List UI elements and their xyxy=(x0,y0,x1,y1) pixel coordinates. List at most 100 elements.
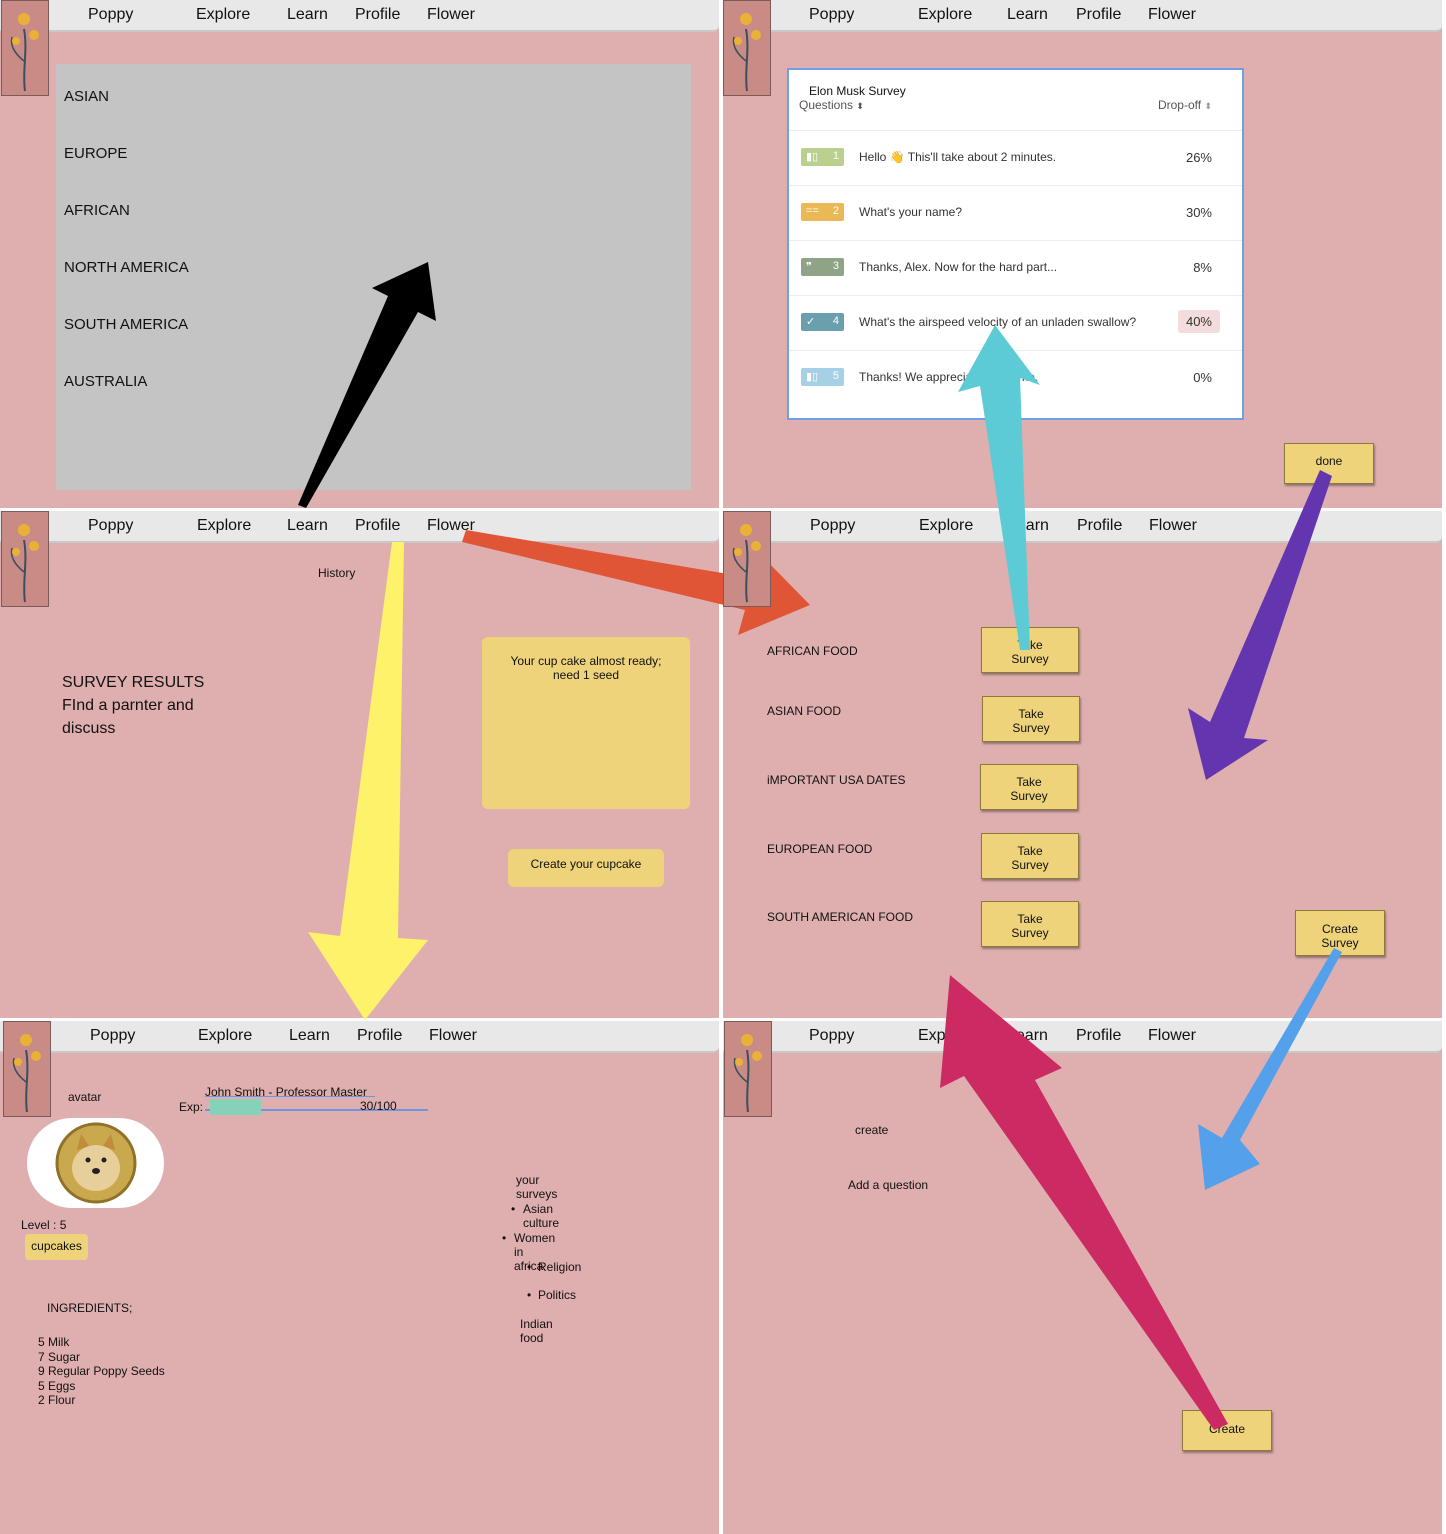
create-survey-button[interactable]: Create Survey xyxy=(1295,910,1385,956)
button-label: Take xyxy=(1018,707,1044,721)
button-label: Take xyxy=(1017,844,1043,858)
nav-flower[interactable]: Flower xyxy=(1148,6,1196,24)
nav-poppy[interactable]: Poppy xyxy=(809,6,854,24)
add-question-link[interactable]: Add a question xyxy=(848,1178,928,1192)
region-item[interactable]: NORTH AMERICA xyxy=(64,259,189,276)
done-button[interactable]: done xyxy=(1284,443,1374,484)
nav-learn[interactable]: Learn xyxy=(1008,517,1049,535)
survey-question-row[interactable]: ▮▯ 1 Hello 👋 This'll take about 2 minutes… xyxy=(789,130,1242,185)
survey-link[interactable]: Asian culture xyxy=(523,1202,559,1230)
button-label: Take xyxy=(1017,912,1043,926)
survey-question-row[interactable]: ✓ 4 What's the airspeed velocity of an un… xyxy=(789,295,1242,350)
region-item[interactable]: AFRICAN xyxy=(64,202,130,219)
nav-poppy[interactable]: Poppy xyxy=(88,6,133,24)
nav-explore[interactable]: Explore xyxy=(198,1027,252,1045)
nav-profile[interactable]: Profile xyxy=(357,1027,402,1045)
region-item[interactable]: AUSTRALIA xyxy=(64,373,147,390)
nav-profile[interactable]: Profile xyxy=(1076,6,1121,24)
ingredients-title: INGREDIENTS; xyxy=(47,1301,133,1315)
nav-profile[interactable]: Profile xyxy=(1076,1027,1121,1045)
history-link[interactable]: History xyxy=(318,566,355,580)
nav-flower[interactable]: Flower xyxy=(1149,517,1197,535)
nav-poppy[interactable]: Poppy xyxy=(809,1027,854,1045)
question-badge: ❞ 3 xyxy=(801,258,844,276)
nav-poppy[interactable]: Poppy xyxy=(88,517,133,535)
poppy-logo[interactable] xyxy=(724,1021,772,1117)
dropoff-header-label: Drop-off xyxy=(1157,98,1202,112)
nav-explore[interactable]: Explore xyxy=(197,517,251,535)
nav-explore[interactable]: Explore xyxy=(919,517,973,535)
nav-learn[interactable]: Learn xyxy=(289,1027,330,1045)
poppy-logo[interactable] xyxy=(3,1021,51,1117)
nav-explore[interactable]: Explore xyxy=(918,6,972,24)
survey-question-row[interactable]: ❞ 3 Thanks, Alex. Now for the hard part..… xyxy=(789,240,1242,295)
question-text: Thanks, Alex. Now for the hard part... xyxy=(859,260,1058,274)
ingredient-item: 2 Flour xyxy=(38,1393,76,1407)
nav-learn[interactable]: Learn xyxy=(287,6,328,24)
survey-link[interactable]: Politics xyxy=(538,1288,576,1302)
question-number: 2 xyxy=(832,205,839,217)
nav-explore[interactable]: Explore xyxy=(918,1027,972,1045)
region-item[interactable]: EUROPE xyxy=(64,145,127,162)
survey-link[interactable]: Indian food xyxy=(520,1317,553,1345)
exp-value: 30/100 xyxy=(360,1099,397,1113)
button-label: Take xyxy=(1017,638,1043,652)
nav-flower[interactable]: Flower xyxy=(1148,1027,1196,1045)
question-text: Thanks! We appreciate your time. xyxy=(859,370,1039,384)
cupcake-status-line: Your cup cake almost ready; xyxy=(510,654,662,668)
survey-question-row[interactable]: == 2 What's your name? 30% xyxy=(789,185,1242,240)
quote-icon: ❞ xyxy=(806,261,812,273)
nav-poppy[interactable]: Poppy xyxy=(810,517,855,535)
learn-panel: Poppy Explore Learn Profile Flower Histo… xyxy=(0,511,719,1018)
avatar[interactable] xyxy=(27,1118,164,1208)
button-label: Create xyxy=(1321,922,1359,936)
button-label: Survey xyxy=(1011,858,1049,872)
nav-learn[interactable]: Learn xyxy=(1007,1027,1048,1045)
region-item[interactable]: ASIAN xyxy=(64,88,109,105)
create-cupcake-button[interactable]: Create your cupcake xyxy=(508,849,664,887)
take-survey-button[interactable]: Take Survey xyxy=(981,901,1079,947)
nav-flower[interactable]: Flower xyxy=(429,1027,477,1045)
create-heading: create xyxy=(855,1123,889,1137)
question-number: 1 xyxy=(832,150,839,162)
poppy-logo[interactable] xyxy=(1,511,49,607)
nav-poppy[interactable]: Poppy xyxy=(90,1027,135,1045)
dropoff-column-header[interactable]: Drop-off ⬍ xyxy=(1158,98,1212,112)
cupcakes-label: cupcakes xyxy=(31,1239,82,1253)
end-icon: ▮▯ xyxy=(806,371,819,383)
take-survey-button[interactable]: Take Survey xyxy=(981,627,1079,673)
take-survey-button[interactable]: Take Survey xyxy=(980,764,1078,810)
navbar: Poppy Explore Learn Profile Flower xyxy=(723,511,1442,543)
question-number: 5 xyxy=(832,370,839,382)
question-badge: ✓ 4 xyxy=(801,313,844,331)
survey-link[interactable]: Religion xyxy=(538,1260,581,1274)
results-line: FInd a parnter and xyxy=(62,697,194,714)
poppy-logo[interactable] xyxy=(723,0,771,96)
create-button[interactable]: Create xyxy=(1182,1410,1272,1451)
exp-label: Exp: xyxy=(179,1100,204,1114)
nav-profile[interactable]: Profile xyxy=(355,6,400,24)
nav-learn[interactable]: Learn xyxy=(287,517,328,535)
button-label: Survey xyxy=(1012,721,1050,735)
questions-column-header[interactable]: Questions ⬍ xyxy=(799,98,864,112)
poppy-logo[interactable] xyxy=(723,511,771,607)
nav-flower[interactable]: Flower xyxy=(427,517,475,535)
done-label: done xyxy=(1315,454,1343,468)
button-label: Take xyxy=(1016,775,1042,789)
nav-profile[interactable]: Profile xyxy=(355,517,400,535)
region-list: ASIAN EUROPE AFRICAN NORTH AMERICA SOUTH… xyxy=(56,64,691,490)
nav-profile[interactable]: Profile xyxy=(1077,517,1122,535)
take-survey-button[interactable]: Take Survey xyxy=(981,833,1079,879)
question-text: What's the airspeed velocity of an unlad… xyxy=(859,315,1137,329)
take-survey-button[interactable]: Take Survey xyxy=(982,696,1080,742)
bullet-icon: • xyxy=(511,1202,516,1216)
poppy-logo[interactable] xyxy=(1,0,49,96)
exp-progress-track-top xyxy=(205,1096,375,1097)
nav-learn[interactable]: Learn xyxy=(1007,6,1048,24)
nav-explore[interactable]: Explore xyxy=(196,6,250,24)
nav-flower[interactable]: Flower xyxy=(427,6,475,24)
survey-question-row[interactable]: ▮▯ 5 Thanks! We appreciate your time. 0% xyxy=(789,350,1242,405)
cupcakes-button[interactable]: cupcakes xyxy=(25,1234,88,1260)
region-item[interactable]: SOUTH AMERICA xyxy=(64,316,188,333)
navbar: Poppy Explore Learn Profile Flower xyxy=(0,511,719,543)
